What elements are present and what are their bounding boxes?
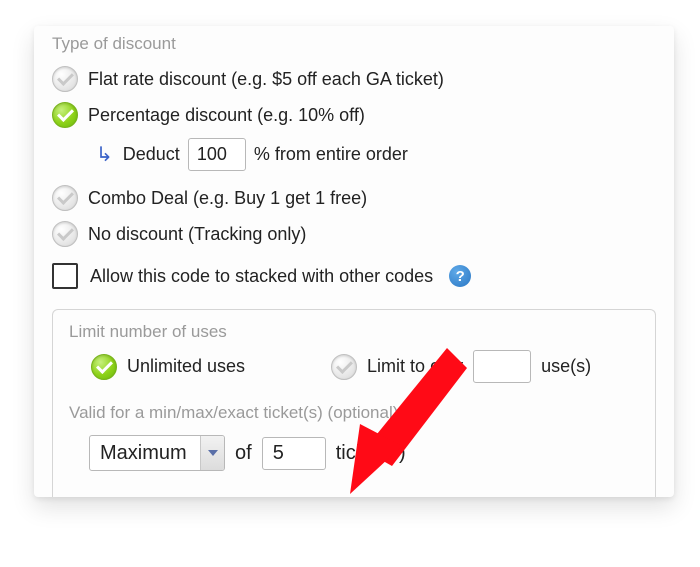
ticket-suffix: ticket(s)	[336, 442, 406, 465]
valid-tickets-title: Valid for a min/max/exact ticket(s) (opt…	[69, 403, 639, 423]
option-combo-deal[interactable]: Combo Deal (e.g. Buy 1 get 1 free)	[52, 185, 656, 211]
option-combo-deal-label: Combo Deal (e.g. Buy 1 get 1 free)	[88, 188, 367, 209]
type-of-discount-title: Type of discount	[52, 34, 656, 54]
deduct-label: Deduct	[123, 144, 180, 165]
help-icon[interactable]: ?	[449, 265, 471, 287]
limits-panel: Limit number of uses Unlimited uses Limi…	[52, 309, 656, 497]
option-percentage-label: Percentage discount (e.g. 10% off)	[88, 105, 365, 126]
radio-icon	[52, 221, 78, 247]
deduct-percent-input[interactable]	[188, 138, 246, 171]
radio-icon	[52, 102, 78, 128]
option-no-discount[interactable]: No discount (Tracking only)	[52, 221, 656, 247]
radio-icon	[52, 66, 78, 92]
option-flat-rate[interactable]: Flat rate discount (e.g. $5 off each GA …	[52, 66, 656, 92]
valid-tickets-row: Maximum of ticket(s)	[89, 435, 639, 471]
limit-uses-row: Unlimited uses Limit to only use(s)	[69, 350, 639, 383]
ticket-count-input[interactable]	[262, 437, 326, 470]
deduct-suffix: % from entire order	[254, 144, 408, 165]
option-limit-to-only[interactable]: Limit to only use(s)	[331, 350, 591, 383]
allow-stack-checkbox[interactable]	[52, 263, 78, 289]
ticket-mode-value: Maximum	[90, 436, 200, 470]
allow-stack-row: Allow this code to stacked with other co…	[52, 263, 656, 289]
limit-to-only-prefix: Limit to only	[367, 356, 463, 377]
option-flat-rate-label: Flat rate discount (e.g. $5 off each GA …	[88, 69, 444, 90]
percentage-deduct-row: ↳ Deduct % from entire order	[96, 138, 656, 171]
limit-uses-title: Limit number of uses	[69, 322, 639, 342]
option-no-discount-label: No discount (Tracking only)	[88, 224, 306, 245]
limit-uses-input[interactable]	[473, 350, 531, 383]
sub-arrow-icon: ↳	[96, 145, 113, 165]
radio-icon	[331, 354, 357, 380]
allow-stack-label: Allow this code to stacked with other co…	[90, 266, 433, 287]
discount-settings-card: Type of discount Flat rate discount (e.g…	[34, 26, 674, 497]
ticket-mode-select[interactable]: Maximum	[89, 435, 225, 471]
option-unlimited-uses-label: Unlimited uses	[127, 356, 245, 377]
limit-to-only-suffix: use(s)	[541, 356, 591, 377]
chevron-down-icon	[200, 436, 224, 470]
option-unlimited-uses[interactable]: Unlimited uses	[91, 354, 245, 380]
of-label: of	[235, 442, 252, 465]
radio-icon	[52, 185, 78, 211]
option-percentage[interactable]: Percentage discount (e.g. 10% off)	[52, 102, 656, 128]
radio-icon	[91, 354, 117, 380]
